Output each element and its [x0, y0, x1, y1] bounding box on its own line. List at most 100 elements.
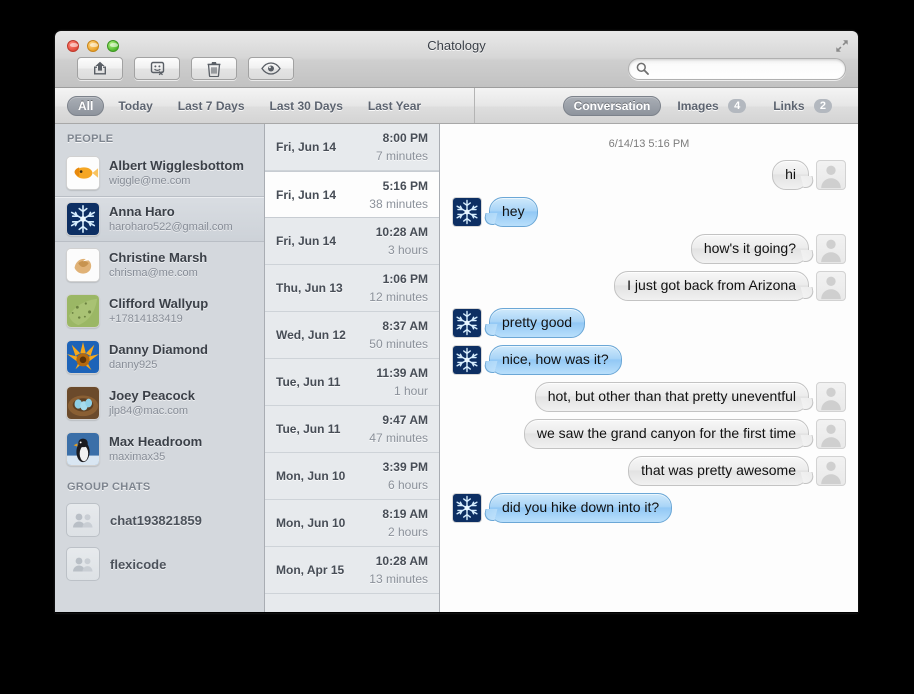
group-people-icon: [66, 547, 100, 581]
conversation-row[interactable]: Tue, Jun 1111:39 AM1 hour: [265, 359, 439, 406]
people-section-header: PEOPLE: [55, 124, 264, 150]
message-row: pretty good: [452, 308, 846, 338]
toolbar-buttons: [77, 57, 294, 80]
conversation-row[interactable]: Fri, Jun 148:00 PM7 minutes: [265, 124, 439, 171]
person-handle: danny925: [109, 358, 208, 372]
person-name: Max Headroom: [109, 434, 202, 450]
conversation-time: 10:28 AM: [376, 223, 428, 242]
conversation-row[interactable]: Wed, Jun 128:37 AM50 minutes: [265, 312, 439, 359]
filter-last-30-days[interactable]: Last 30 Days: [259, 96, 354, 116]
filter-bar: All Today Last 7 Days Last 30 Days Last …: [55, 88, 858, 124]
group-chat-row[interactable]: flexicode: [55, 542, 264, 586]
share-icon: [92, 61, 109, 76]
fullscreen-arrows-icon[interactable]: [835, 39, 849, 53]
snowflake-avatar: [452, 308, 482, 338]
conversation-date: Fri, Jun 14: [276, 223, 336, 248]
conversation-row[interactable]: Mon, Jun 103:39 PM6 hours: [265, 453, 439, 500]
conversation-duration: 38 minutes: [369, 196, 428, 212]
message-row: nice, how was it?: [452, 345, 846, 375]
conversation-duration: 7 minutes: [376, 148, 428, 164]
delete-button[interactable]: [191, 57, 237, 80]
restore-button[interactable]: [134, 57, 180, 80]
person-handle: +17814183419: [109, 312, 208, 326]
tab-conversation[interactable]: Conversation: [563, 96, 662, 116]
filter-last-year[interactable]: Last Year: [357, 96, 432, 116]
fortune-cookie-avatar: [66, 248, 100, 282]
share-button[interactable]: [77, 57, 123, 80]
transcript-panel[interactable]: 6/14/13 5:16 PM hiheyhow's it going?I ju…: [440, 124, 858, 612]
people-list: Albert Wigglesbottomwiggle@me.comAnna Ha…: [55, 150, 264, 472]
filter-today[interactable]: Today: [107, 96, 163, 116]
search-input[interactable]: [628, 58, 846, 80]
person-row[interactable]: Max Headroommaximax35: [55, 426, 264, 472]
window-title: Chatology: [55, 38, 858, 53]
filter-all[interactable]: All: [67, 96, 104, 116]
tab-links-count: 2: [814, 99, 832, 113]
person-name: Anna Haro: [109, 204, 233, 220]
message-bubble[interactable]: did you hike down into it?: [489, 493, 672, 523]
message-bubble[interactable]: we saw the grand canyon for the first ti…: [524, 419, 809, 449]
desktop-backdrop: Chatology: [0, 0, 914, 694]
window-titlebar: Chatology: [55, 31, 858, 88]
tab-links-label: Links: [773, 99, 804, 113]
person-handle: jlp84@mac.com: [109, 404, 195, 418]
conversation-row[interactable]: Fri, Jun 1410:28 AM3 hours: [265, 218, 439, 265]
conversation-row[interactable]: Fri, Jun 145:16 PM38 minutes: [265, 171, 439, 218]
conversation-time: 11:39 AM: [376, 364, 428, 383]
conversation-row[interactable]: Thu, Jun 131:06 PM12 minutes: [265, 265, 439, 312]
conversation-row[interactable]: Mon, Apr 1510:28 AM13 minutes: [265, 547, 439, 594]
group-chat-list: chat193821859 flexicode: [55, 498, 264, 586]
snowflake-avatar: [452, 197, 482, 227]
view-tab-group: Conversation Images 4 Links 2: [563, 96, 858, 116]
message-bubble[interactable]: how's it going?: [691, 234, 809, 264]
person-row[interactable]: Danny Diamonddanny925: [55, 334, 264, 380]
tab-images[interactable]: Images 4: [666, 96, 757, 116]
person-handle: chrisma@me.com: [109, 266, 207, 280]
person-handle: maximax35: [109, 450, 202, 464]
people-sidebar[interactable]: PEOPLE Albert Wigglesbottomwiggle@me.com…: [55, 124, 265, 612]
message-bubble[interactable]: hi: [772, 160, 809, 190]
person-handle: haroharo522@gmail.com: [109, 220, 233, 234]
person-row[interactable]: Anna Haroharoharo522@gmail.com: [55, 196, 264, 242]
conversation-row[interactable]: Mon, Jun 108:19 AM2 hours: [265, 500, 439, 547]
message-bubble[interactable]: hot, but other than that pretty uneventf…: [535, 382, 809, 412]
conversation-duration: 2 hours: [382, 524, 428, 540]
tab-links[interactable]: Links 2: [762, 96, 843, 116]
conversation-time: 8:37 AM: [369, 317, 428, 336]
quicklook-button[interactable]: [248, 57, 294, 80]
message-bubble[interactable]: I just got back from Arizona: [614, 271, 809, 301]
message-bubble[interactable]: pretty good: [489, 308, 585, 338]
conversation-duration: 6 hours: [383, 477, 428, 493]
message-row: did you hike down into it?: [452, 493, 846, 523]
message-bubble[interactable]: that was pretty awesome: [628, 456, 809, 486]
filter-last-7-days[interactable]: Last 7 Days: [167, 96, 256, 116]
message-bubble[interactable]: nice, how was it?: [489, 345, 622, 375]
message-bubble[interactable]: hey: [489, 197, 538, 227]
group-chat-name: flexicode: [110, 557, 166, 572]
penguin-avatar: [66, 432, 100, 466]
person-placeholder-avatar: [816, 456, 846, 486]
conversation-date: Wed, Jun 12: [276, 317, 346, 342]
message-list: hi hey how's it going? I just got back from…: [452, 160, 846, 523]
groups-section-header: GROUP CHATS: [55, 472, 264, 498]
tab-images-count: 4: [728, 99, 746, 113]
person-placeholder-avatar: [816, 382, 846, 412]
conversation-row[interactable]: Tue, Jun 119:47 AM47 minutes: [265, 406, 439, 453]
conversation-time: 3:39 PM: [383, 458, 428, 477]
conversation-date: Tue, Jun 11: [276, 364, 340, 389]
group-chat-name: chat193821859: [110, 513, 202, 528]
person-name: Danny Diamond: [109, 342, 208, 358]
message-row: hi: [452, 160, 846, 190]
conversation-date: Mon, Apr 15: [276, 552, 344, 577]
person-row[interactable]: Joey Peacockjlp84@mac.com: [55, 380, 264, 426]
person-row[interactable]: Clifford Wallyup+17814183419: [55, 288, 264, 334]
tab-conversation-label: Conversation: [574, 99, 651, 113]
message-row: hot, but other than that pretty uneventf…: [452, 382, 846, 412]
conversation-list[interactable]: Fri, Jun 148:00 PM7 minutesFri, Jun 145:…: [265, 124, 440, 612]
conversation-duration: 12 minutes: [369, 289, 428, 305]
conversation-time: 9:47 AM: [369, 411, 428, 430]
person-row[interactable]: Albert Wigglesbottomwiggle@me.com: [55, 150, 264, 196]
person-row[interactable]: Christine Marshchrisma@me.com: [55, 242, 264, 288]
snowflake-avatar: [452, 493, 482, 523]
group-chat-row[interactable]: chat193821859: [55, 498, 264, 542]
